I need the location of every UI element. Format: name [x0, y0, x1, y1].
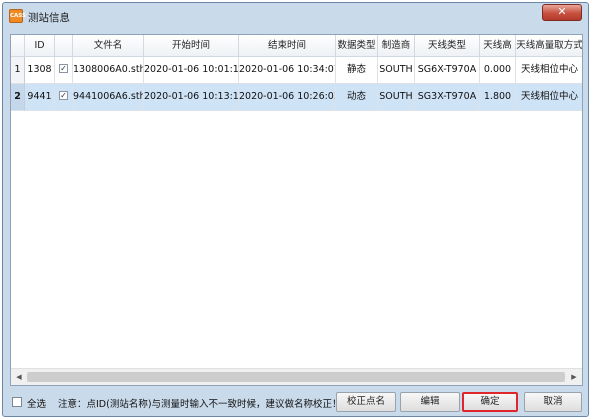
select-all-label[interactable]: 全选	[27, 396, 46, 410]
column-header-filename[interactable]: 文件名	[73, 35, 144, 57]
cancel-button[interactable]: 取消	[524, 392, 582, 412]
column-header-start-time[interactable]: 开始时间	[144, 35, 239, 57]
cell-filename[interactable]: 1308006A0.sth	[73, 57, 144, 84]
cell-antenna-height[interactable]: 0.000	[480, 57, 516, 84]
cell-checkbox[interactable]: ✓	[55, 57, 73, 84]
station-info-dialog: CASS 测站信息 ✕ ID 文件名 开始时间 结束时间 数据类型 制造商 天线…	[2, 2, 589, 417]
cell-id[interactable]: 9441	[25, 84, 55, 111]
cell-measure-method[interactable]: 天线相位中心	[516, 84, 582, 111]
rename-notice: 注意：点ID(测站名称)与测量时输入不一致时候，建议做名称校正！	[58, 399, 342, 410]
station-table[interactable]: ID 文件名 开始时间 结束时间 数据类型 制造商 天线类型 天线高 天线高量取…	[10, 34, 583, 386]
row-number[interactable]: 2	[11, 84, 25, 111]
cell-start-time[interactable]: 2020-01-06 10:13:16	[144, 84, 239, 111]
column-header-end-time[interactable]: 结束时间	[239, 35, 336, 57]
cell-measure-method[interactable]: 天线相位中心	[516, 57, 582, 84]
horizontal-scrollbar[interactable]: ◀ ▶	[11, 368, 582, 385]
cell-antenna-type[interactable]: SG3X-T970A	[415, 84, 480, 111]
edit-button[interactable]: 编辑	[400, 392, 460, 412]
scrollbar-thumb[interactable]	[27, 372, 565, 382]
app-icon: CASS	[9, 9, 26, 23]
cell-manufacturer[interactable]: SOUTH	[378, 84, 415, 111]
close-button[interactable]: ✕	[542, 4, 582, 21]
cell-filename[interactable]: 9441006A6.sth	[73, 84, 144, 111]
row-number[interactable]: 1	[11, 57, 25, 84]
column-header-manufacturer[interactable]: 制造商	[378, 35, 415, 57]
cell-start-time[interactable]: 2020-01-06 10:01:13	[144, 57, 239, 84]
row-checkbox[interactable]: ✓	[59, 91, 68, 100]
scroll-left-icon[interactable]: ◀	[13, 372, 25, 383]
confirm-button[interactable]: 确定	[462, 392, 518, 412]
close-icon: ✕	[557, 5, 567, 18]
table-header: ID 文件名 开始时间 结束时间 数据类型 制造商 天线类型 天线高 天线高量取…	[11, 35, 582, 57]
column-header-check[interactable]	[55, 35, 73, 57]
cell-end-time[interactable]: 2020-01-06 10:26:03	[239, 84, 336, 111]
row-header-corner	[11, 35, 25, 57]
column-header-id[interactable]: ID	[25, 35, 55, 57]
cell-antenna-type[interactable]: SG6X-T970A	[415, 57, 480, 84]
column-header-antenna-type[interactable]: 天线类型	[415, 35, 480, 57]
cell-data-type[interactable]: 动态	[336, 84, 378, 111]
dialog-footer: 全选 注意：点ID(测站名称)与测量时输入不一致时候，建议做名称校正！ 校正点名…	[3, 390, 588, 416]
cell-end-time[interactable]: 2020-01-06 10:34:07	[239, 57, 336, 84]
cell-manufacturer[interactable]: SOUTH	[378, 57, 415, 84]
row-checkbox[interactable]: ✓	[59, 64, 68, 73]
cell-antenna-height[interactable]: 1.800	[480, 84, 516, 111]
cell-checkbox[interactable]: ✓	[55, 84, 73, 111]
column-header-antenna-height[interactable]: 天线高	[480, 35, 516, 57]
table-row[interactable]: 1 1308 ✓ 1308006A0.sth 2020-01-06 10:01:…	[11, 57, 582, 84]
scroll-right-icon[interactable]: ▶	[568, 372, 580, 383]
column-header-data-type[interactable]: 数据类型	[336, 35, 378, 57]
select-all-checkbox[interactable]	[12, 397, 22, 407]
dialog-title: 测站信息	[28, 12, 70, 24]
column-header-measure-method[interactable]: 天线高量取方式	[516, 35, 582, 57]
rename-point-button[interactable]: 校正点名	[336, 392, 396, 412]
table-row[interactable]: 2 9441 ✓ 9441006A6.sth 2020-01-06 10:13:…	[11, 84, 582, 111]
cell-id[interactable]: 1308	[25, 57, 55, 84]
cell-data-type[interactable]: 静态	[336, 57, 378, 84]
title-bar[interactable]: CASS 测站信息 ✕	[3, 3, 588, 29]
